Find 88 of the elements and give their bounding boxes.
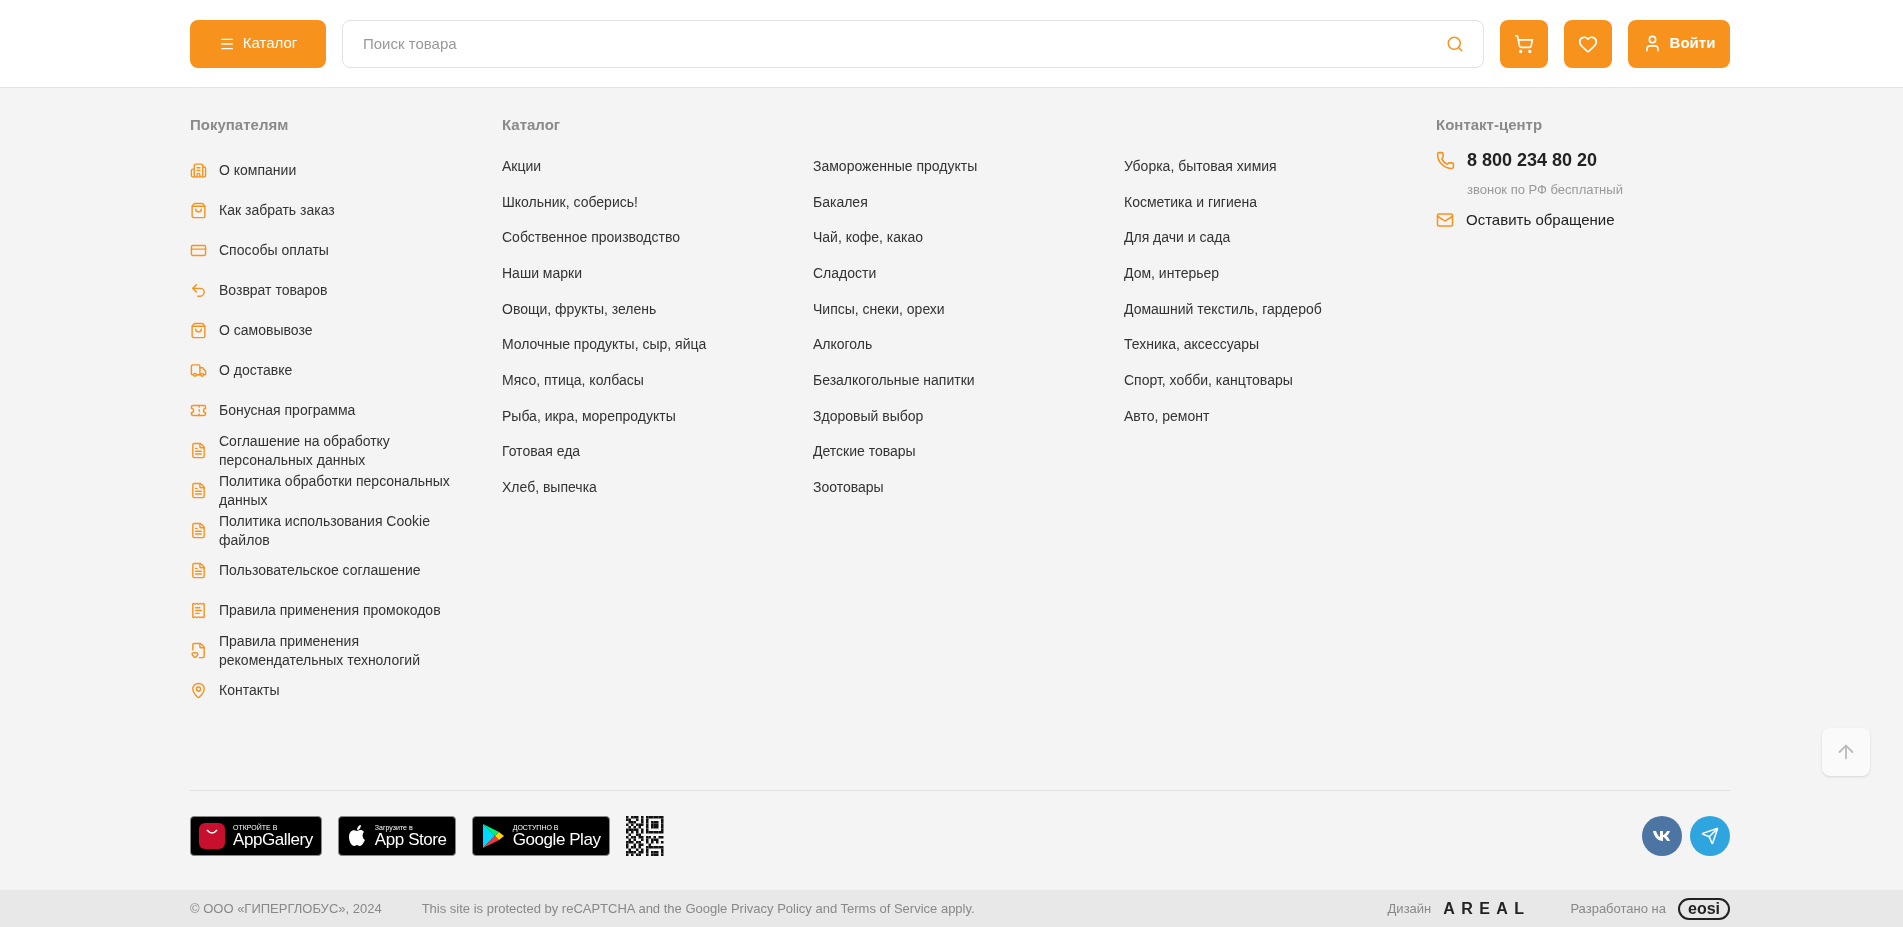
vk-icon (1652, 829, 1672, 842)
appeal-link[interactable]: Оставить обращение (1466, 209, 1615, 232)
favorites-button[interactable] (1564, 19, 1612, 68)
catalog-link[interactable]: Школьник, соберись! (502, 184, 638, 220)
catalog-link[interactable]: Для дачи и сада (1124, 219, 1231, 256)
column-title: Покупателям (190, 115, 290, 135)
catalog-link[interactable]: Алкоголь (813, 326, 873, 363)
recaptcha-text: This site is protected by reCAPTCHA and the Google Privacy Policy and Terms of Service apply. (421, 899, 975, 918)
vk-button[interactable] (1642, 815, 1682, 856)
catalog-link[interactable]: Сладости (813, 255, 877, 292)
heart-icon (1578, 33, 1598, 54)
badge-store-name: Google Play (512, 830, 601, 848)
catalog-link[interactable]: Зоотовары (813, 469, 884, 506)
catalog-link[interactable]: Собственное производство (502, 219, 680, 256)
telegram-icon (1701, 826, 1719, 845)
catalog-link[interactable]: Детские товары (813, 434, 916, 470)
phone-note: звонок по РФ бесплатный (1467, 180, 1623, 199)
app-logo-icon (199, 822, 225, 849)
catalog-link[interactable]: Здоровый выбор (813, 398, 924, 434)
buyers-link[interactable]: Политика обработки персональных данных (190, 470, 480, 511)
buyers-link[interactable]: Правила применения промокодов (190, 590, 480, 631)
link-icon (190, 442, 207, 459)
buyers-link[interactable]: Бонусная программа (190, 390, 480, 431)
buyers-link[interactable]: Способы оплаты (190, 230, 480, 271)
apple-icon (346, 823, 367, 848)
buyers-link[interactable]: О самовывозе (190, 310, 480, 351)
link-icon (190, 562, 207, 579)
link-icon (190, 682, 207, 699)
buyers-link[interactable]: Контакты (190, 670, 480, 711)
catalog-link[interactable]: Домашний текстиль, гардероб (1124, 291, 1322, 327)
badge-store-name: AppGallery (233, 830, 313, 848)
catalog-link[interactable]: Акции (502, 148, 542, 185)
eosi-logo[interactable]: eosi (1678, 897, 1730, 920)
catalog-link[interactable]: Чипсы, снеки, орехи (813, 291, 945, 327)
buyers-link[interactable]: О доставке (190, 350, 480, 391)
column-title: Каталог (502, 115, 562, 135)
link-icon (190, 482, 207, 499)
buyers-link[interactable]: Соглашение на обработку персональных данных (190, 430, 480, 471)
catalog-link[interactable]: Техника, аксессуары (1124, 326, 1260, 363)
design-label: Дизайн (1387, 899, 1432, 918)
catalog-link[interactable]: Дом, интерьер (1124, 255, 1220, 292)
catalog-link[interactable]: Бакалея (813, 184, 868, 220)
catalog-link[interactable]: Безалкогольные напитки (813, 362, 975, 399)
areal-logo[interactable]: AREAL (1443, 896, 1531, 921)
search-icon[interactable] (1446, 34, 1464, 53)
developer-label: Разработано на (1570, 899, 1666, 918)
link-icon (190, 642, 207, 659)
play-icon (480, 822, 505, 849)
catalog-link[interactable]: Спорт, хобби, канцтовары (1124, 362, 1293, 399)
link-icon (190, 602, 207, 619)
buyers-link[interactable]: Пользовательское соглашение (190, 550, 480, 591)
search-field[interactable]: Поиск товара (342, 19, 1484, 68)
qr-code-icon (625, 815, 666, 856)
catalog-link[interactable]: Уборка, бытовая химия (1124, 148, 1277, 185)
link-icon (190, 402, 207, 419)
catalog-link[interactable]: Молочные продукты, сыр, яйца (502, 326, 707, 363)
buyers-link[interactable]: Как забрать заказ (190, 190, 480, 231)
copyright-text: © ООО «ГИПЕРГЛОБУС», 2024 (190, 899, 382, 918)
mail-icon (1436, 211, 1454, 230)
telegram-button[interactable] (1690, 815, 1730, 856)
phone-link[interactable]: 8 800 234 80 20 (1467, 146, 1598, 174)
catalog-link[interactable]: Наши марки (502, 255, 582, 292)
buyers-link[interactable]: Политика использования Cookie файлов (190, 510, 480, 551)
scroll-top-button[interactable] (1822, 728, 1870, 776)
badge-store-name: App Store (374, 830, 447, 848)
catalog-link[interactable]: Рыба, икра, морепродукты (502, 398, 676, 434)
buyers-link[interactable]: Возврат товаров (190, 270, 480, 311)
link-icon (190, 242, 207, 259)
column-title: Контакт-центр (1436, 115, 1544, 135)
catalog-link[interactable]: Мясо, птица, колбасы (502, 362, 644, 399)
catalog-link[interactable]: Готовая еда (502, 434, 581, 470)
link-icon (190, 162, 207, 179)
phone-icon (1436, 150, 1455, 170)
buyers-link[interactable]: Правила применения рекомендательных технологий (190, 630, 480, 671)
cart-icon (1514, 33, 1534, 54)
catalog-link[interactable]: Овощи, фрукты, зелень (502, 291, 657, 327)
link-icon (190, 522, 207, 539)
cart-button[interactable] (1500, 19, 1548, 68)
buyers-link[interactable]: О компании (190, 150, 480, 191)
catalog-link[interactable]: Замороженные продукты (813, 148, 978, 185)
link-icon (190, 202, 207, 219)
catalog-link[interactable]: Авто, ремонт (1124, 398, 1210, 434)
link-icon (190, 282, 207, 299)
catalog-link[interactable]: Чай, кофе, какао (813, 219, 924, 256)
link-icon (190, 362, 207, 379)
link-icon (190, 322, 207, 339)
catalog-link[interactable]: Хлеб, выпечка (502, 469, 597, 506)
catalog-link[interactable]: Косметика и гигиена (1124, 184, 1258, 220)
